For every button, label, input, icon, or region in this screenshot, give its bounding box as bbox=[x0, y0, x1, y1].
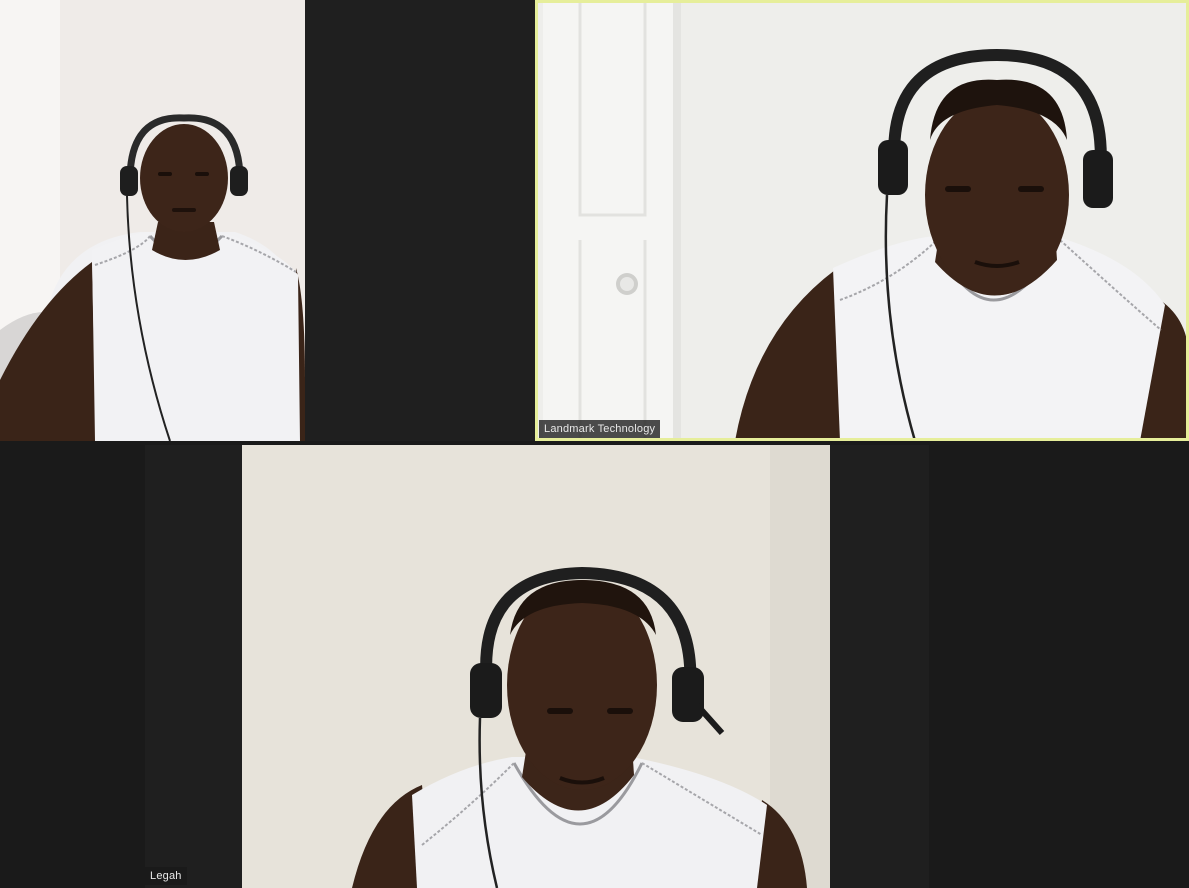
participant-video-1 bbox=[0, 0, 305, 441]
participant-tile-3[interactable]: Legah bbox=[145, 445, 929, 888]
participant-name-label: Landmark Technology bbox=[539, 420, 661, 438]
participant-tile-1[interactable] bbox=[0, 0, 535, 441]
participant-video-image-2 bbox=[535, 0, 1189, 441]
participant-tile-2[interactable]: Landmark Technology bbox=[535, 0, 1189, 441]
participant-name-label: Legah bbox=[145, 867, 187, 885]
participant-video-2 bbox=[535, 0, 1189, 441]
participant-video-image-1 bbox=[0, 0, 305, 441]
participant-video-image-3 bbox=[242, 445, 830, 888]
participant-video-3 bbox=[242, 445, 830, 888]
